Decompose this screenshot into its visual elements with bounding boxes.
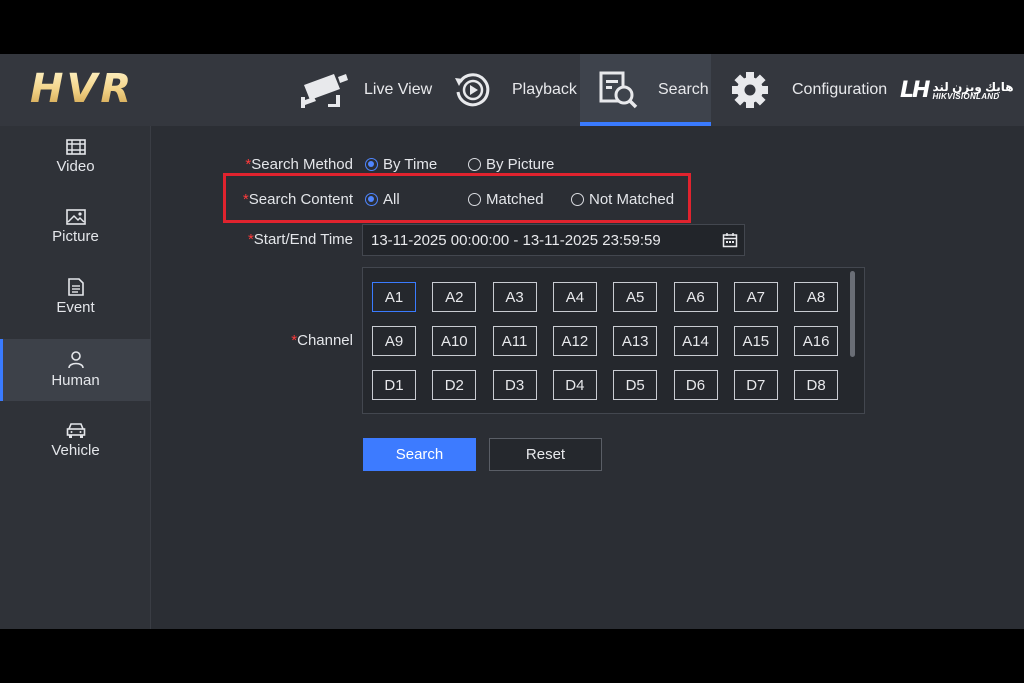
event-icon <box>67 278 84 296</box>
channel-d3-button[interactable]: D3 <box>492 370 537 400</box>
nav-search-label: Search <box>658 81 709 98</box>
nav-playback[interactable]: Playback <box>452 54 577 126</box>
radio-dot <box>468 158 481 171</box>
sidebar-item-label: Human <box>51 372 100 389</box>
brand-arabic: هايك ويزن لند <box>932 79 1014 94</box>
channel-a13-button[interactable]: A13 <box>613 326 658 356</box>
brand-mark: LH <box>900 78 930 103</box>
calendar-icon[interactable] <box>722 232 738 252</box>
radio-dot <box>365 193 378 206</box>
channel-a10-button[interactable]: A10 <box>432 326 477 356</box>
channel-a11-button[interactable]: A11 <box>492 326 537 356</box>
radio-by-picture[interactable]: By Picture <box>468 156 554 173</box>
top-bar: HVR Live View Playback Search Configurat… <box>0 54 1024 126</box>
sidebar-item-human[interactable]: Human <box>0 339 151 401</box>
channel-d6-button[interactable]: D6 <box>673 370 718 400</box>
search-doc-icon <box>598 70 638 110</box>
sidebar-item-picture[interactable]: Picture <box>0 196 151 258</box>
channel-d8-button[interactable]: D8 <box>794 370 839 400</box>
video-icon <box>65 139 86 155</box>
time-label: *Start/End Time <box>247 231 353 248</box>
radio-not-matched[interactable]: Not Matched <box>571 191 674 208</box>
app-logo: HVR <box>30 66 135 112</box>
radio-all[interactable]: All <box>365 191 400 208</box>
nav-configuration-label: Configuration <box>792 81 888 98</box>
hvr-app: HVR Live View Playback Search Configurat… <box>0 54 1024 629</box>
channel-d5-button[interactable]: D5 <box>613 370 658 400</box>
channel-a5-button[interactable]: A5 <box>613 282 658 312</box>
channel-a15-button[interactable]: A15 <box>733 326 778 356</box>
sidebar-item-label: Vehicle <box>51 441 100 459</box>
nav-search[interactable]: Search <box>580 54 711 126</box>
channel-d1-button[interactable]: D1 <box>372 370 416 400</box>
search-button[interactable]: Search <box>363 438 476 471</box>
nav-live-view[interactable]: Live View <box>298 54 432 126</box>
radio-matched[interactable]: Matched <box>468 191 544 208</box>
channel-a8-button[interactable]: A8 <box>794 282 839 312</box>
search-method-label: *Search Method <box>245 156 353 173</box>
active-tab-underline <box>580 122 711 126</box>
sidebar-item-label: Picture <box>52 228 99 245</box>
channel-scrollbar[interactable] <box>850 271 855 357</box>
sidebar-item-video[interactable]: Video <box>0 126 151 188</box>
channel-a4-button[interactable]: A4 <box>552 282 597 312</box>
channel-grid: A1 A2 A3 A4 A5 A6 A7 A8 A9 A10 A11 A12 A13 A14 A15 A16 D… <box>362 267 865 414</box>
nav-configuration[interactable]: Configuration <box>730 54 887 126</box>
channel-a1-button[interactable]: A1 <box>372 282 416 312</box>
radio-by-time[interactable]: By Time <box>365 156 437 173</box>
time-range-value: 13-11-2025 00:00:00 - 13-11-2025 23:59:5… <box>371 232 661 249</box>
channel-d4-button[interactable]: D4 <box>552 370 597 400</box>
time-range-input[interactable]: 13-11-2025 00:00:00 - 13-11-2025 23:59:5… <box>362 224 745 256</box>
channel-a7-button[interactable]: A7 <box>733 282 778 312</box>
nav-live-view-label: Live View <box>364 81 433 98</box>
picture-icon <box>65 209 86 225</box>
channel-a12-button[interactable]: A12 <box>552 326 597 356</box>
letterbox-top <box>0 0 1024 54</box>
channel-a9-button[interactable]: A9 <box>372 326 416 356</box>
channel-a6-button[interactable]: A6 <box>673 282 718 312</box>
camera-icon <box>298 70 350 110</box>
brand-logo: LH هايك ويزن لند HIKVISIONLAND <box>900 78 1014 103</box>
channel-a2-button[interactable]: A2 <box>432 282 477 312</box>
radio-dot <box>365 158 378 171</box>
channel-a14-button[interactable]: A14 <box>673 326 718 356</box>
sidebar-item-label: Event <box>56 299 95 316</box>
channel-label: *Channel <box>291 332 353 349</box>
search-content-label: *Search Content <box>242 191 353 208</box>
human-icon <box>67 351 84 369</box>
letterbox-bottom <box>0 629 1024 683</box>
nav-playback-label: Playback <box>512 81 577 98</box>
radio-dot <box>468 193 481 206</box>
channel-d2-button[interactable]: D2 <box>432 370 477 400</box>
brand-english: HIKVISIONLAND <box>932 91 1000 101</box>
sidebar-item-label: Video <box>56 158 95 175</box>
vehicle-icon <box>66 422 85 438</box>
playback-icon <box>452 70 492 110</box>
radio-dot <box>571 193 584 206</box>
channel-a16-button[interactable]: A16 <box>794 326 839 356</box>
channel-a3-button[interactable]: A3 <box>492 282 537 312</box>
gear-icon <box>730 70 770 110</box>
sidebar: Video Picture Event Human Vehicle <box>0 126 151 629</box>
sidebar-item-vehicle[interactable]: Vehicle <box>0 409 151 471</box>
channel-d7-button[interactable]: D7 <box>733 370 778 400</box>
reset-button[interactable]: Reset <box>489 438 602 471</box>
sidebar-item-event[interactable]: Event <box>0 266 151 328</box>
